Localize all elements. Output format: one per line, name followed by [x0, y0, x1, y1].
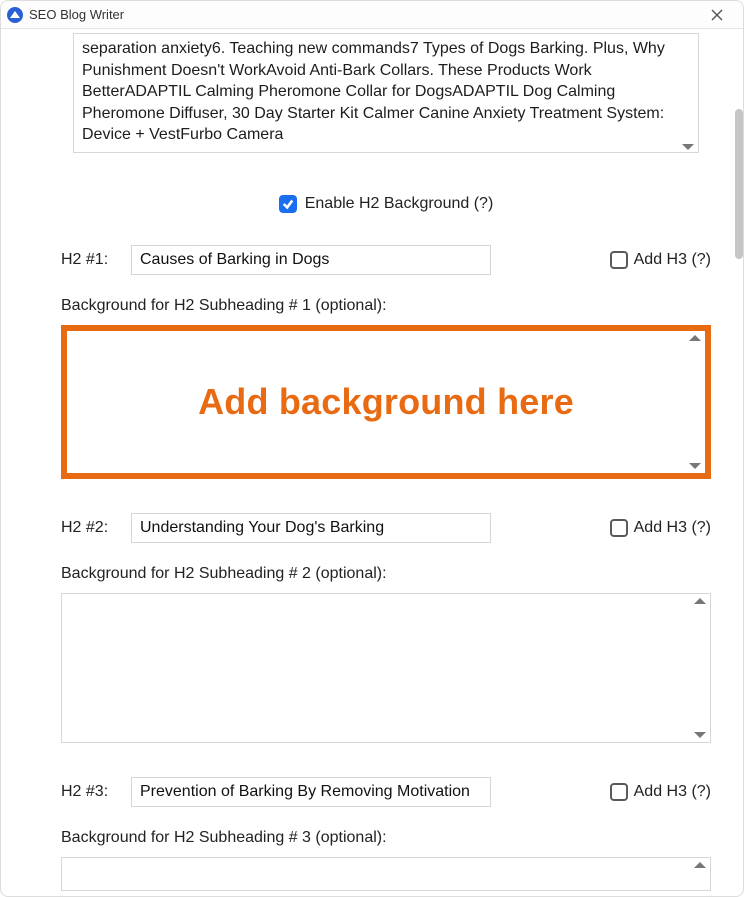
h2-row-2: H2 #2: Add H3 (?)	[61, 513, 711, 543]
add-h3-3-checkbox[interactable]	[610, 783, 628, 801]
client-area: separation anxiety6. Teaching new comman…	[1, 29, 743, 897]
bg-3-textarea[interactable]	[61, 857, 711, 891]
scroll-down-icon[interactable]	[682, 144, 694, 150]
scrollbar-thumb[interactable]	[735, 109, 743, 259]
window-title: SEO Blog Writer	[29, 7, 124, 22]
h2-2-input[interactable]	[131, 513, 491, 543]
add-h3-1-checkbox[interactable]	[610, 251, 628, 269]
h2-3-label: H2 #3:	[61, 783, 121, 801]
add-h3-1-label: Add H3 (?)	[634, 251, 711, 269]
close-icon	[711, 9, 723, 21]
check-icon	[282, 198, 294, 210]
h2-1-input[interactable]	[131, 245, 491, 275]
titlebar: SEO Blog Writer	[1, 1, 743, 29]
add-h3-3-label: Add H3 (?)	[634, 783, 711, 801]
add-h3-2-label: Add H3 (?)	[634, 519, 711, 537]
add-h3-1: Add H3 (?)	[610, 251, 711, 269]
bg-3-label: Background for H2 Subheading # 3 (option…	[61, 829, 711, 847]
h2-row-3: H2 #3: Add H3 (?)	[61, 777, 711, 807]
scroll-up-icon[interactable]	[694, 862, 706, 868]
bg-1-overlay-text: Add background here	[67, 381, 705, 423]
enable-h2-background-checkbox[interactable]	[279, 195, 297, 213]
h2-3-input[interactable]	[131, 777, 491, 807]
add-h3-2-checkbox[interactable]	[610, 519, 628, 537]
close-button[interactable]	[697, 4, 737, 26]
bg-1-textarea[interactable]: Add background here	[61, 325, 711, 479]
intro-textarea[interactable]: separation anxiety6. Teaching new comman…	[73, 33, 699, 153]
scroll-down-icon[interactable]	[694, 732, 706, 738]
enable-h2-background-label: Enable H2 Background (?)	[305, 195, 494, 213]
add-h3-2: Add H3 (?)	[610, 519, 711, 537]
h2-1-label: H2 #1:	[61, 251, 121, 269]
bg-2-textarea[interactable]	[61, 593, 711, 743]
app-window: SEO Blog Writer separation anxiety6. Tea…	[0, 0, 744, 897]
bg-2-label: Background for H2 Subheading # 2 (option…	[61, 565, 711, 583]
scroll-up-icon[interactable]	[694, 598, 706, 604]
add-h3-3: Add H3 (?)	[610, 783, 711, 801]
enable-h2-background-row: Enable H2 Background (?)	[61, 195, 711, 213]
app-icon	[7, 7, 23, 23]
scroll-up-icon[interactable]	[689, 335, 701, 341]
bg-1-label: Background for H2 Subheading # 1 (option…	[61, 297, 711, 315]
h2-row-1: H2 #1: Add H3 (?)	[61, 245, 711, 275]
h2-2-label: H2 #2:	[61, 519, 121, 537]
scroll-down-icon[interactable]	[689, 463, 701, 469]
intro-text: separation anxiety6. Teaching new comman…	[82, 40, 665, 143]
